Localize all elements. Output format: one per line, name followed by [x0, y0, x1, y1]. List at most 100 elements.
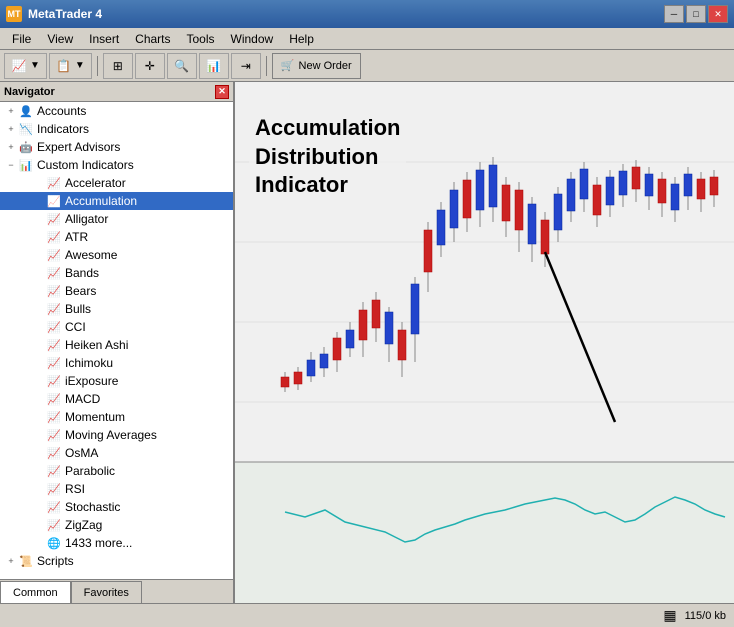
tree-item-osma[interactable]: 📈 OsMA [0, 444, 233, 462]
tree-item-rsi[interactable]: 📈 RSI [0, 480, 233, 498]
close-button[interactable]: ✕ [708, 5, 728, 23]
iexposure-label: iExposure [65, 374, 118, 388]
tab-common[interactable]: Common [0, 581, 71, 603]
item-icon-macd: 📈 [46, 391, 62, 407]
bears-label: Bears [65, 284, 96, 298]
moving-averages-label: Moving Averages [65, 428, 157, 442]
spacer-13 [32, 392, 46, 406]
toolbar: 📈 ▼ 📋 ▼ ⊞ ✛ 🔍 📊 ⇥ 🛒 New Order [0, 50, 734, 82]
tree-indicators[interactable]: + 📉 Indicators [0, 120, 233, 138]
tree-accounts[interactable]: + 👤 Accounts [0, 102, 233, 120]
toolbar-zoom-fit[interactable]: ⊞ [103, 53, 133, 79]
spacer-19 [32, 500, 46, 514]
new-order-button[interactable]: 🛒 New Order [272, 53, 361, 79]
menu-view[interactable]: View [39, 30, 81, 48]
cci-label: CCI [65, 320, 86, 334]
tree-item-awesome[interactable]: 📈 Awesome [0, 246, 233, 264]
tree-item-accelerator[interactable]: 📈 Accelerator [0, 174, 233, 192]
spacer-6 [32, 266, 46, 280]
tree-item-iexposure[interactable]: 📈 iExposure [0, 372, 233, 390]
spacer-4 [32, 230, 46, 244]
item-icon-heiken-ashi: 📈 [46, 337, 62, 353]
app-title: MetaTrader 4 [28, 7, 102, 21]
status-bar: ▦ 115/0 kb [0, 603, 734, 627]
status-right: ▦ 115/0 kb [663, 607, 726, 624]
spacer-1 [32, 176, 46, 190]
chart-area[interactable]: Accumulation Distribution Indicator [235, 82, 734, 603]
toolbar-new-chart[interactable]: 📈 ▼ [4, 53, 47, 79]
toolbar-template[interactable]: 📋 ▼ [49, 53, 92, 79]
item-icon-bulls: 📈 [46, 301, 62, 317]
item-icon-parabolic: 📈 [46, 463, 62, 479]
tree-item-accumulation[interactable]: 📈 Accumulation [0, 192, 233, 210]
tree-expert-advisors[interactable]: + 🤖 Expert Advisors [0, 138, 233, 156]
accelerator-label: Accelerator [65, 176, 126, 190]
minimize-button[interactable]: ─ [664, 5, 684, 23]
navigator-tabs: Common Favorites [0, 579, 233, 603]
tree-item-parabolic[interactable]: 📈 Parabolic [0, 462, 233, 480]
menu-help[interactable]: Help [281, 30, 322, 48]
awesome-label: Awesome [65, 248, 117, 262]
tree-item-more[interactable]: 🌐 1433 more... [0, 534, 233, 552]
tree-item-momentum[interactable]: 📈 Momentum [0, 408, 233, 426]
tree-item-cci[interactable]: 📈 CCI [0, 318, 233, 336]
chart-shift-icon: ⇥ [238, 58, 254, 74]
toolbar-chart-shift[interactable]: ⇥ [231, 53, 261, 79]
spacer-12 [32, 374, 46, 388]
navigator-tree[interactable]: + 👤 Accounts + 📉 Indicators + 🤖 Expert A… [0, 102, 233, 579]
heiken-ashi-label: Heiken Ashi [65, 338, 128, 352]
tab-favorites[interactable]: Favorites [71, 581, 142, 603]
macd-label: MACD [65, 392, 100, 406]
spacer-20 [32, 518, 46, 532]
item-icon-zigzag: 📈 [46, 517, 62, 533]
atr-label: ATR [65, 230, 88, 244]
tree-item-alligator[interactable]: 📈 Alligator [0, 210, 233, 228]
tree-item-bands[interactable]: 📈 Bands [0, 264, 233, 282]
item-icon-osma: 📈 [46, 445, 62, 461]
tree-item-ichimoku[interactable]: 📈 Ichimoku [0, 354, 233, 372]
annotation-line1: Accumulation [255, 114, 400, 143]
menu-window[interactable]: Window [223, 30, 282, 48]
tree-item-bulls[interactable]: 📈 Bulls [0, 300, 233, 318]
tree-item-stochastic[interactable]: 📈 Stochastic [0, 498, 233, 516]
expand-accounts-icon: + [4, 104, 18, 118]
zoom-fit-icon: ⊞ [110, 58, 126, 74]
ichimoku-label: Ichimoku [65, 356, 113, 370]
tree-item-moving-averages[interactable]: 📈 Moving Averages [0, 426, 233, 444]
item-icon-iexposure: 📈 [46, 373, 62, 389]
item-icon-more: 🌐 [46, 535, 62, 551]
experts-icon: 🤖 [18, 139, 34, 155]
crosshair-icon: ✛ [142, 58, 158, 74]
spacer-7 [32, 284, 46, 298]
menu-file[interactable]: File [4, 30, 39, 48]
indicators-label: Indicators [37, 122, 89, 136]
tree-item-zigzag[interactable]: 📈 ZigZag [0, 516, 233, 534]
zoom-in-icon: 🔍 [174, 58, 190, 74]
menu-bar: File View Insert Charts Tools Window Hel… [0, 28, 734, 50]
main-content: Navigator ✕ + 👤 Accounts + 📉 Indicators … [0, 82, 734, 603]
annotation-line2: Distribution [255, 143, 400, 172]
menu-insert[interactable]: Insert [81, 30, 127, 48]
tree-scripts[interactable]: + 📜 Scripts [0, 552, 233, 570]
toolbar-crosshair[interactable]: ✛ [135, 53, 165, 79]
indicators-icon: 📉 [18, 121, 34, 137]
toolbar-period[interactable]: 📊 [199, 53, 229, 79]
bulls-label: Bulls [65, 302, 91, 316]
alligator-label: Alligator [65, 212, 108, 226]
toolbar-zoom-in[interactable]: 🔍 [167, 53, 197, 79]
tree-item-bears[interactable]: 📈 Bears [0, 282, 233, 300]
tree-item-atr[interactable]: 📈 ATR [0, 228, 233, 246]
tree-item-macd[interactable]: 📈 MACD [0, 390, 233, 408]
menu-tools[interactable]: Tools [179, 30, 223, 48]
tree-custom-indicators[interactable]: − 📊 Custom Indicators [0, 156, 233, 174]
maximize-button[interactable]: □ [686, 5, 706, 23]
navigator-close-button[interactable]: ✕ [215, 85, 229, 99]
title-bar-controls[interactable]: ─ □ ✕ [664, 5, 728, 23]
chart-annotation: Accumulation Distribution Indicator [249, 112, 406, 202]
menu-charts[interactable]: Charts [127, 30, 178, 48]
scripts-label: Scripts [37, 554, 74, 568]
tree-item-heiken-ashi[interactable]: 📈 Heiken Ashi [0, 336, 233, 354]
expand-indicators-icon: + [4, 122, 18, 136]
spacer-2 [32, 194, 46, 208]
expert-advisors-label: Expert Advisors [37, 140, 120, 154]
